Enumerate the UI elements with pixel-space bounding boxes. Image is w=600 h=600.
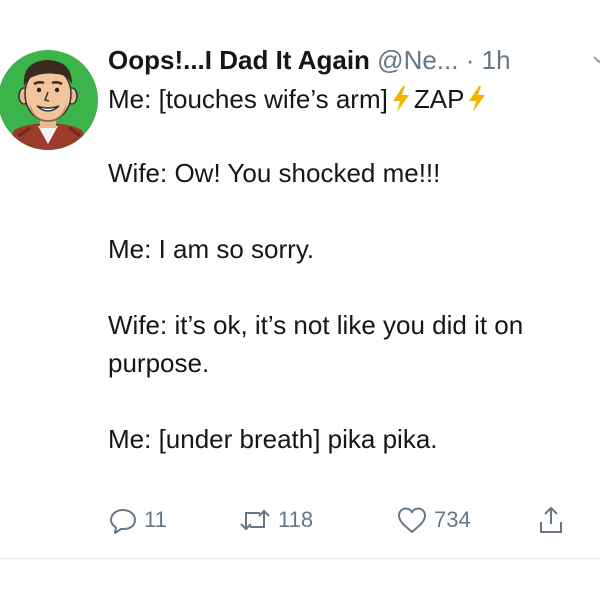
share-button[interactable]	[536, 500, 566, 540]
tweet-line-1: Me: [touches wife’s arm] ZAP	[108, 80, 600, 118]
lightning-bolt-icon	[468, 84, 486, 122]
display-name[interactable]: Oops!...I Dad It Again	[108, 45, 370, 75]
reply-button[interactable]: 11	[108, 500, 167, 540]
tweet: Oops!...I Dad It Again @Ne... · 1h Me: […	[0, 0, 600, 600]
separator-dot: ·	[465, 45, 475, 75]
tweet-actions: 11 118 734	[108, 500, 600, 540]
tweet-paragraph: Wife: Ow! You shocked me!!!	[108, 158, 441, 188]
tweet-header: Oops!...I Dad It Again @Ne... · 1h	[108, 40, 600, 80]
tweet-paragraph: Me: I am so sorry.	[108, 234, 315, 264]
tweet-line-1-text: Me: [touches wife’s arm]	[108, 84, 388, 114]
lightning-bolt-icon	[392, 84, 410, 122]
share-icon	[536, 505, 566, 535]
tweet-paragraph: Me: [under breath] pika pika.	[108, 424, 438, 454]
tweet-content: Oops!...I Dad It Again @Ne... · 1h Me: […	[108, 40, 600, 458]
tweet-paragraph: Wife: it’s ok, it’s not like you did it …	[108, 310, 524, 378]
like-count: 734	[434, 507, 471, 532]
zap-word: ZAP	[413, 84, 465, 114]
retweet-button[interactable]: 118	[238, 500, 313, 540]
cartoon-man-avatar-icon	[0, 50, 98, 150]
heart-icon	[396, 505, 428, 535]
user-handle[interactable]: @Ne...	[377, 45, 458, 75]
like-button[interactable]: 734	[396, 500, 471, 540]
tweet-text: Me: [touches wife’s arm] ZAP Wife: Ow! Yo…	[108, 80, 600, 458]
retweet-count: 118	[278, 507, 314, 532]
reply-count: 11	[144, 507, 167, 532]
avatar[interactable]	[0, 44, 100, 152]
reply-icon	[108, 505, 138, 535]
timestamp[interactable]: 1h	[482, 45, 511, 75]
divider	[0, 558, 600, 559]
retweet-icon	[238, 505, 272, 535]
